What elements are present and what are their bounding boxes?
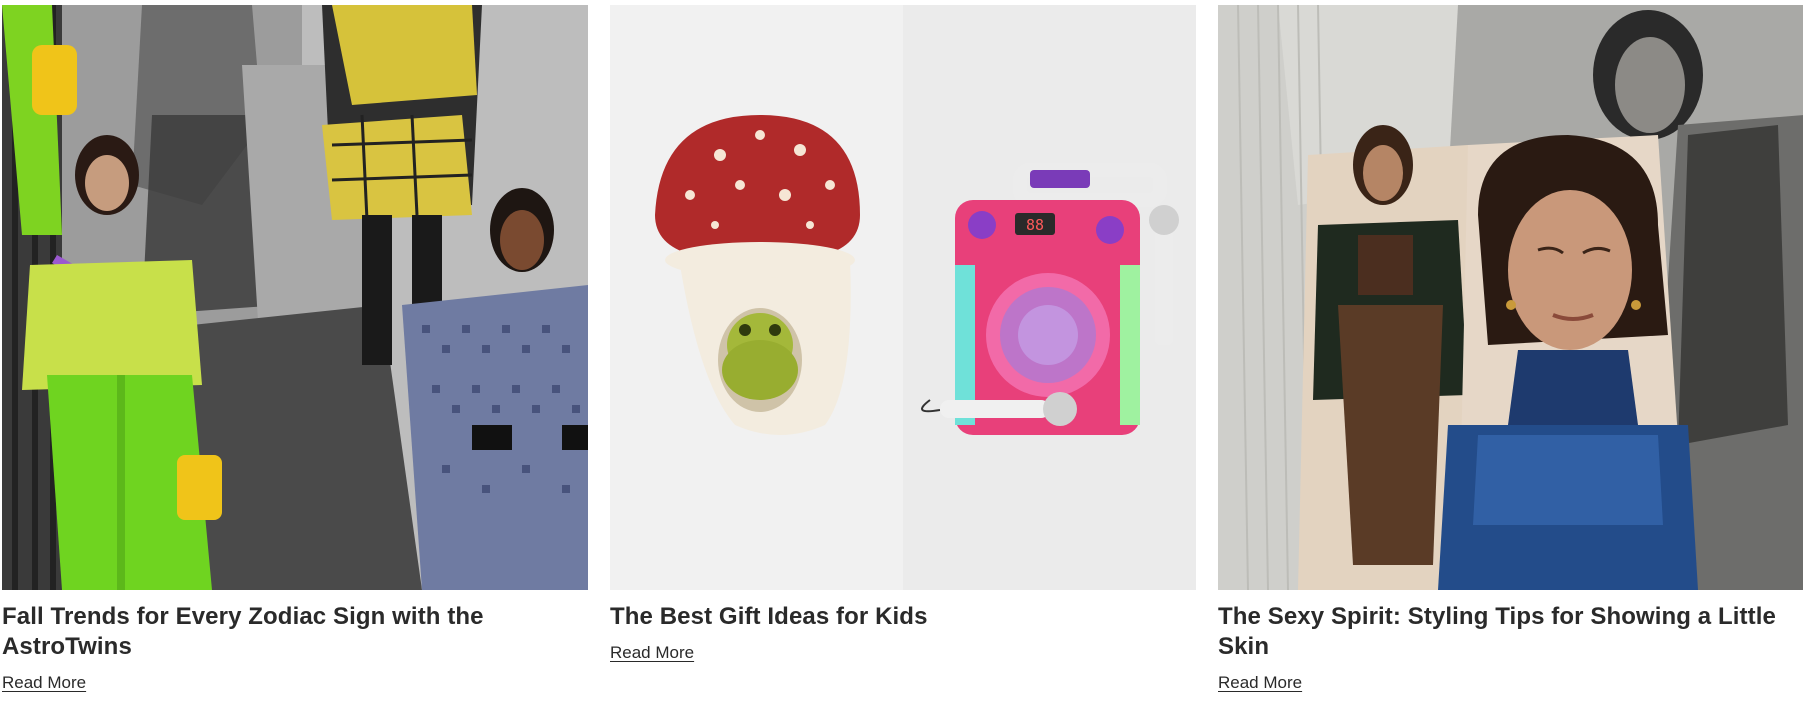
- read-more-link[interactable]: Read More: [2, 672, 86, 694]
- article-card-zodiac[interactable]: Fall Trends for Every Zodiac Sign with t…: [2, 5, 588, 694]
- article-grid: Fall Trends for Every Zodiac Sign with t…: [0, 0, 1803, 713]
- read-more-link[interactable]: Read More: [610, 642, 694, 664]
- article-title[interactable]: The Best Gift Ideas for Kids: [610, 602, 1196, 632]
- article-title[interactable]: The Sexy Spirit: Styling Tips for Showin…: [1218, 602, 1803, 662]
- karaoke-display-text: 88: [1026, 216, 1044, 234]
- article-image-kids-gifts[interactable]: 88: [610, 5, 1196, 590]
- article-image-sexy-spirit[interactable]: [1218, 5, 1803, 590]
- article-card-kids-gifts[interactable]: 88 The Best Gift Ideas for Kids Read Mor…: [610, 5, 1196, 664]
- read-more-link[interactable]: Read More: [1218, 672, 1302, 694]
- article-title[interactable]: Fall Trends for Every Zodiac Sign with t…: [2, 602, 588, 662]
- article-card-sexy-spirit[interactable]: The Sexy Spirit: Styling Tips for Showin…: [1218, 5, 1803, 694]
- article-image-zodiac[interactable]: [2, 5, 588, 590]
